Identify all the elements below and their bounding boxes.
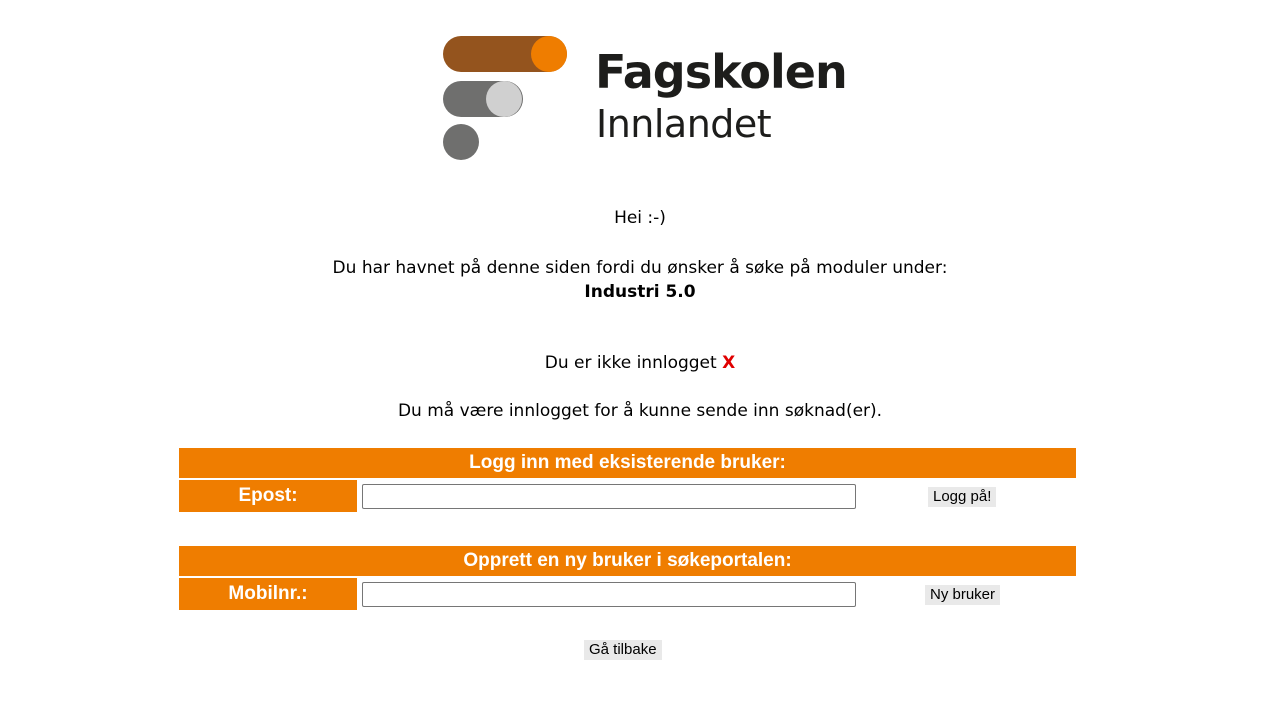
login-required-text: Du må være innlogget for å kunne sende i…: [397, 401, 883, 421]
logo: Fagskolen Innlandet: [443, 36, 848, 166]
logo-subtitle: Innlandet: [596, 102, 772, 146]
greeting: Hei :-): [614, 208, 666, 228]
program-name: Industri 5.0: [584, 282, 696, 302]
logo-title: Fagskolen: [595, 45, 848, 99]
login-section-header: Logg inn med eksisterende bruker:: [179, 448, 1076, 478]
login-status: Du er ikke innlogget X: [0, 353, 1280, 373]
mobile-label: Mobilnr.:: [179, 578, 357, 610]
intro-text: Du har havnet på denne siden fordi du øn…: [332, 258, 948, 278]
not-logged-in-icon: X: [722, 353, 736, 373]
register-section-header: Opprett en ny bruker i søkeportalen:: [179, 546, 1076, 576]
mobile-field[interactable]: [362, 582, 856, 607]
logo-mark-icon: [443, 36, 567, 160]
back-button[interactable]: Gå tilbake: [584, 640, 662, 660]
new-user-button[interactable]: Ny bruker: [925, 585, 1001, 605]
email-field[interactable]: [362, 484, 856, 509]
login-button[interactable]: Logg på!: [928, 487, 997, 507]
email-label: Epost:: [179, 480, 357, 512]
login-status-text: Du er ikke innlogget: [544, 353, 717, 373]
